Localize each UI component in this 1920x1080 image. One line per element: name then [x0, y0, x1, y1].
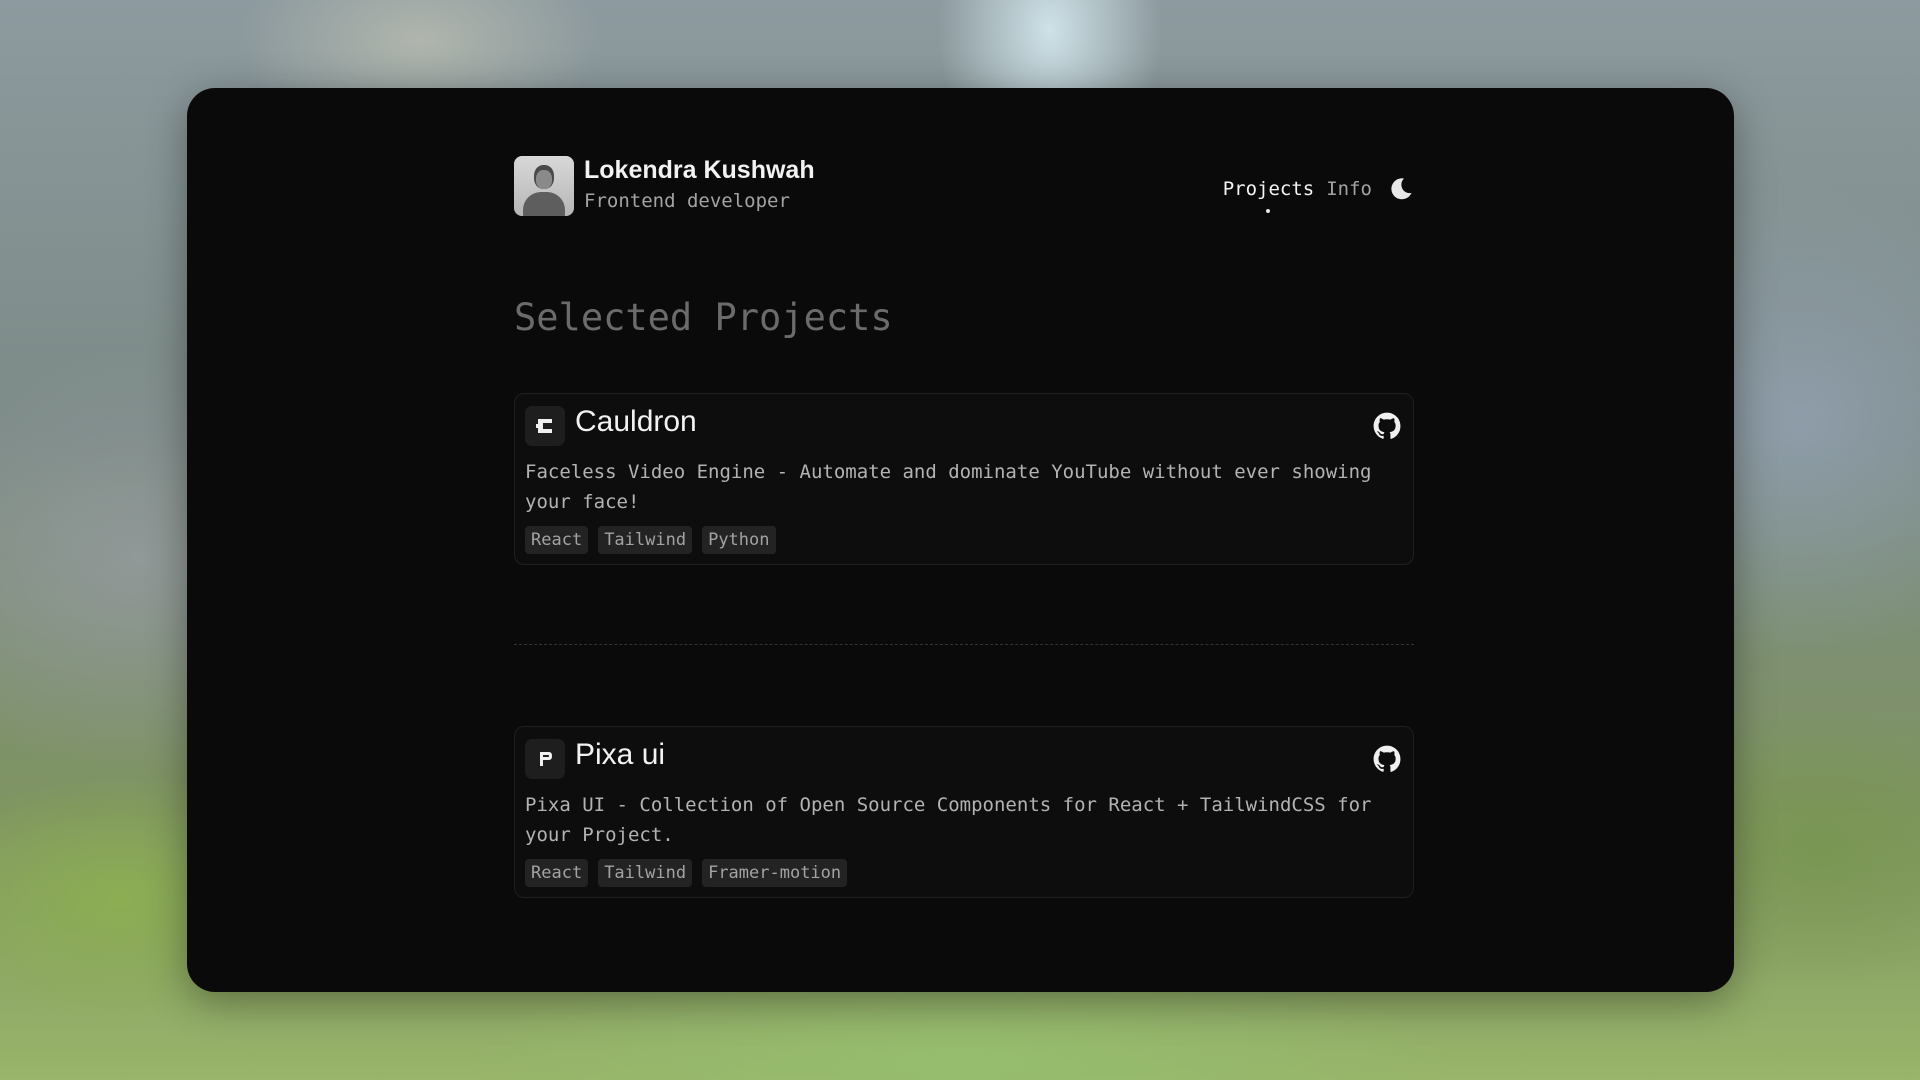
section-title: Selected Projects: [514, 296, 893, 339]
tag-list: React Tailwind Framer-motion: [525, 859, 848, 887]
project-card-cauldron[interactable]: Cauldron Faceless Video Engine - Automat…: [514, 393, 1414, 565]
nav-projects[interactable]: Projects: [1222, 178, 1315, 213]
project-title: Pixa ui: [575, 738, 666, 771]
portfolio-window: Lokendra Kushwah Frontend developer Proj…: [187, 88, 1734, 992]
section-divider: [514, 644, 1414, 645]
nav-projects-label: Projects: [1222, 178, 1315, 200]
project-description: Faceless Video Engine - Automate and dom…: [525, 461, 1372, 513]
moon-icon[interactable]: [1388, 176, 1414, 202]
tag-list: React Tailwind Python: [525, 526, 776, 554]
project-card-pixa-ui[interactable]: Pixa ui Pixa UI - Collection of Open Sou…: [514, 726, 1414, 898]
github-icon[interactable]: [1373, 412, 1401, 440]
profile-role: Frontend developer: [584, 190, 790, 212]
pixa-ui-logo-icon: [525, 739, 565, 779]
profile-name: Lokendra Kushwah: [584, 156, 815, 184]
nav-info[interactable]: Info: [1326, 178, 1372, 200]
cauldron-logo-icon: [525, 406, 565, 446]
tag-tailwind: Tailwind: [598, 526, 693, 554]
tag-tailwind: Tailwind: [598, 859, 693, 887]
header: Lokendra Kushwah Frontend developer Proj…: [514, 156, 1414, 218]
avatar-body: [523, 192, 565, 216]
github-icon[interactable]: [1373, 745, 1401, 773]
tag-react: React: [525, 526, 589, 554]
top-nav: Projects Info: [1222, 172, 1414, 213]
project-description: Pixa UI - Collection of Open Source Comp…: [525, 794, 1372, 846]
avatar: [514, 156, 574, 216]
tag-python: Python: [702, 526, 776, 554]
avatar-face: [536, 170, 552, 189]
project-title: Cauldron: [575, 405, 697, 438]
tag-react: React: [525, 859, 589, 887]
cauldron-glyph-icon: [536, 419, 552, 433]
active-indicator-dot: [1266, 209, 1271, 213]
tag-framer-motion: Framer-motion: [702, 859, 848, 887]
pixa-glyph-icon: [540, 752, 552, 766]
